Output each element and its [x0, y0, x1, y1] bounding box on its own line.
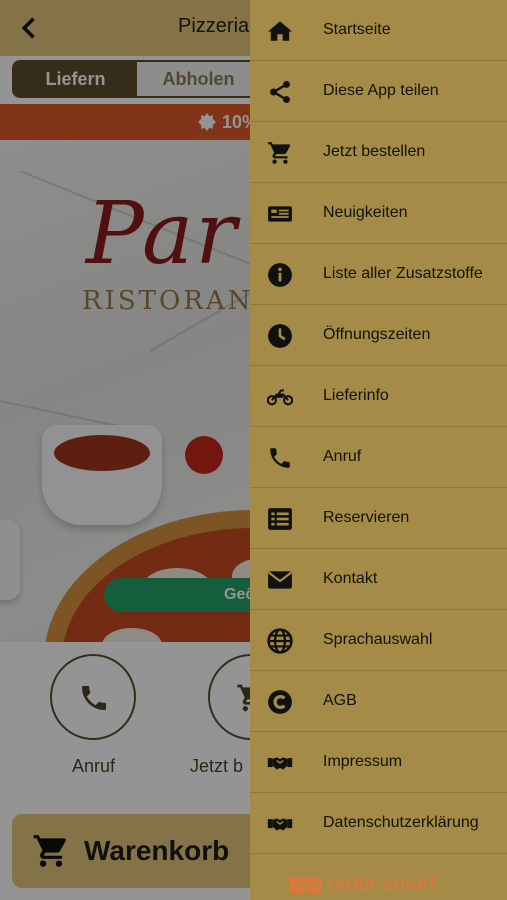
drawer-item-label: AGB: [323, 692, 357, 709]
drawer-item-label: Reservieren: [323, 509, 410, 526]
motorcycle-icon: [267, 389, 293, 406]
side-drawer: Startseite Diese App teilen Jetzt bestel…: [250, 0, 507, 900]
drawer-item-language[interactable]: Sprachauswahl: [250, 610, 507, 671]
drawer-item-reserve[interactable]: Reservieren: [250, 488, 507, 549]
copyright-icon: [268, 690, 292, 714]
drawer-item-additives[interactable]: Liste aller Zusatzstoffe: [250, 244, 507, 305]
drawer-item-label: Neuigkeiten: [323, 204, 408, 221]
order-smart-logo-icon: [290, 877, 322, 893]
drawer-item-label: Datenschutzerklärung: [323, 814, 479, 831]
drawer-item-label: Lieferinfo: [323, 387, 389, 404]
drawer-item-imprint[interactable]: Impressum: [250, 732, 507, 793]
drawer-item-call[interactable]: Anruf: [250, 427, 507, 488]
newspaper-icon: [268, 206, 292, 222]
info-icon: [268, 263, 292, 287]
drawer-item-label: Diese App teilen: [323, 82, 439, 99]
drawer-item-privacy[interactable]: Datenschutzerklärung: [250, 793, 507, 854]
home-icon: [268, 21, 292, 41]
list-icon: [268, 508, 292, 530]
drawer-item-terms[interactable]: AGB: [250, 671, 507, 732]
drawer-item-contact[interactable]: Kontakt: [250, 549, 507, 610]
cart-icon: [268, 142, 291, 164]
share-icon: [270, 80, 290, 104]
drawer-item-label: Anruf: [323, 448, 362, 465]
drawer-item-delivery-info[interactable]: Lieferinfo: [250, 366, 507, 427]
handshake-icon: [267, 757, 293, 770]
drawer-item-label: Öffnungszeiten: [323, 326, 431, 343]
envelope-icon: [267, 571, 293, 589]
drawer-item-label: Sprachauswahl: [323, 631, 433, 648]
drawer-item-opening-hours[interactable]: Öffnungszeiten: [250, 305, 507, 366]
drawer-item-home[interactable]: Startseite: [250, 0, 507, 61]
clock-icon: [268, 324, 292, 348]
drawer-item-share[interactable]: Diese App teilen: [250, 61, 507, 122]
drawer-item-label: Startseite: [323, 21, 391, 38]
drawer-item-order[interactable]: Jetzt bestellen: [250, 122, 507, 183]
drawer-item-news[interactable]: Neuigkeiten: [250, 183, 507, 244]
drawer-item-label: Jetzt bestellen: [323, 143, 426, 160]
handshake-icon: [267, 818, 293, 831]
drawer-item-label: Impressum: [323, 753, 403, 770]
drawer-item-label: Liste aller Zusatzstoffe: [323, 265, 483, 282]
phone-icon: [270, 448, 290, 468]
brand-text: order smart: [328, 872, 436, 895]
drawer-item-label: Kontakt: [323, 570, 378, 587]
globe-icon: [267, 628, 293, 654]
